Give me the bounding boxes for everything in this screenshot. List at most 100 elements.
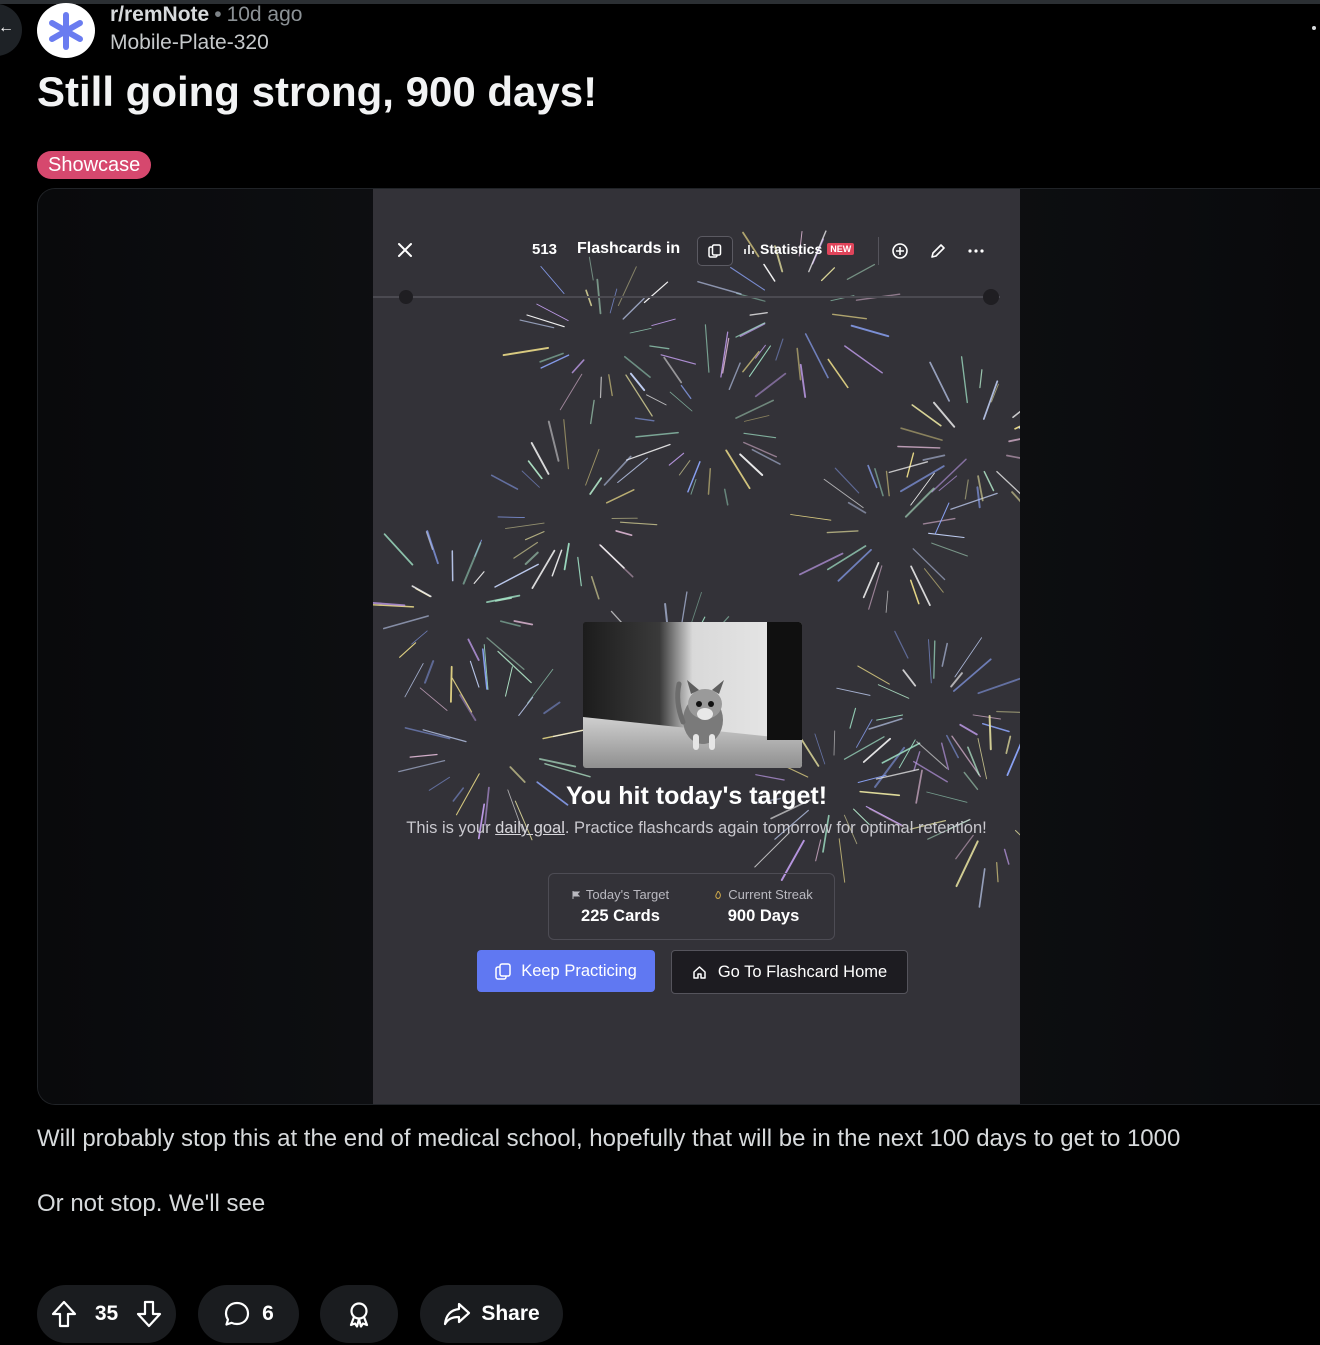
firework-streak: [964, 479, 969, 500]
comments-button[interactable]: 6: [198, 1285, 299, 1343]
firework-streak: [527, 668, 554, 704]
toolbar-divider: [878, 237, 879, 265]
firework-streak: [906, 452, 915, 478]
firework-streak: [723, 488, 729, 506]
cards-icon: [495, 962, 511, 980]
firework-streak: [473, 571, 485, 584]
firework-streak: [996, 470, 1020, 495]
flame-icon: [715, 891, 722, 899]
firework-streak: [497, 650, 532, 684]
firework-streak: [411, 585, 432, 598]
firework-streak: [934, 502, 950, 535]
deck-icon: [708, 244, 722, 258]
firework-streak: [988, 715, 992, 751]
firework-streak: [909, 579, 920, 605]
post-age: 10d ago: [226, 3, 303, 26]
post-page: ← r/remNote • 10d ago Mobile-Plate-320 Sti…: [0, 0, 1320, 1345]
stat-label-row: Current Streak: [692, 886, 835, 903]
firework-streak: [398, 759, 446, 773]
firework-streak: [894, 630, 909, 659]
firework-streak: [833, 730, 836, 756]
firework-streak: [838, 838, 846, 883]
firework-streak: [804, 333, 829, 379]
keep-practicing-label: Keep Practicing: [521, 961, 637, 980]
firework-streak: [996, 861, 999, 883]
firework-streak: [462, 542, 482, 585]
firework-streak: [615, 530, 633, 537]
firework-streak: [490, 474, 519, 490]
firework-streak: [856, 719, 873, 748]
back-icon: ←: [0, 19, 14, 36]
firework-streak: [409, 753, 438, 758]
post-media[interactable]: 513 Flashcards in Statistics NEW You hit…: [37, 188, 1320, 1105]
firework-streak: [897, 445, 941, 449]
firework-streak: [931, 458, 967, 493]
firework-streak: [599, 376, 602, 399]
firework-streak: [422, 729, 467, 743]
award-button[interactable]: [320, 1285, 398, 1343]
completion-title: You hit today's target!: [565, 782, 828, 810]
firework-streak: [739, 453, 764, 476]
progress-start-marker: [399, 290, 413, 304]
firework-streak: [960, 356, 968, 404]
firework-streak: [513, 620, 534, 626]
more-icon[interactable]: [1312, 26, 1316, 30]
upvote-icon[interactable]: [51, 1300, 77, 1328]
flashcard-home-label: Go To Flashcard Home: [717, 962, 888, 981]
firework-streak: [955, 840, 979, 888]
firework-streak: [924, 568, 944, 593]
statistics-tab: Statistics NEW: [743, 241, 855, 257]
downvote-icon[interactable]: [136, 1300, 162, 1328]
firework-streak: [680, 384, 692, 400]
firework-streak: [946, 734, 959, 759]
firework-streak: [599, 544, 625, 569]
post-author[interactable]: Mobile-Plate-320: [110, 30, 269, 56]
meta-separator: •: [214, 3, 222, 26]
firework-streak: [922, 517, 956, 525]
firework-streak: [1014, 829, 1020, 836]
firework-streak: [697, 280, 742, 295]
home-icon: [693, 965, 706, 979]
firework-streak: [1014, 425, 1020, 430]
current-streak-label: Current Streak: [728, 887, 813, 902]
firework-streak: [827, 358, 849, 389]
firework-streak: [1005, 735, 1012, 755]
post-flair[interactable]: Showcase: [37, 151, 152, 179]
firework-streak: [881, 742, 921, 764]
firework-streak: [383, 533, 414, 566]
firework-streak: [868, 718, 903, 730]
firework-streak: [649, 345, 670, 350]
firework-streak: [663, 356, 683, 384]
firework-streak: [742, 350, 760, 373]
stats-box: Today's Target 225 Cards Current Streak …: [548, 873, 835, 940]
bar-chart-icon: [744, 245, 754, 254]
firework-streak: [527, 460, 543, 480]
firework-streak: [563, 542, 570, 571]
firework-streak: [743, 432, 777, 439]
firework-streak: [739, 322, 766, 338]
progress-end-marker: [983, 289, 999, 305]
share-button[interactable]: Share: [420, 1285, 563, 1343]
firework-streak: [728, 362, 741, 391]
firework-streak: [383, 615, 429, 630]
current-streak-value: 900 Days: [727, 907, 800, 925]
subreddit-name[interactable]: r/remNote: [110, 3, 209, 26]
firework-streak: [585, 448, 600, 486]
current-streak-stat: Current Streak 900 Days: [692, 886, 835, 929]
firework-streak: [911, 404, 942, 427]
todays-target-stat: Today's Target 225 Cards: [549, 886, 692, 929]
firework-streak: [725, 449, 751, 490]
back-button[interactable]: ←: [0, 4, 22, 56]
award-icon: [345, 1300, 373, 1328]
firework-streak: [451, 677, 473, 713]
new-badge: NEW: [827, 243, 855, 255]
add-icon: [890, 241, 910, 261]
firework-streak: [720, 331, 729, 378]
firework-streak: [563, 419, 569, 470]
share-label: Share: [481, 1302, 540, 1325]
firework-streak: [559, 373, 583, 411]
firework-streak: [857, 665, 890, 685]
subreddit-avatar[interactable]: [37, 3, 95, 58]
firework-streak: [837, 549, 872, 582]
firework-streak: [459, 694, 477, 722]
